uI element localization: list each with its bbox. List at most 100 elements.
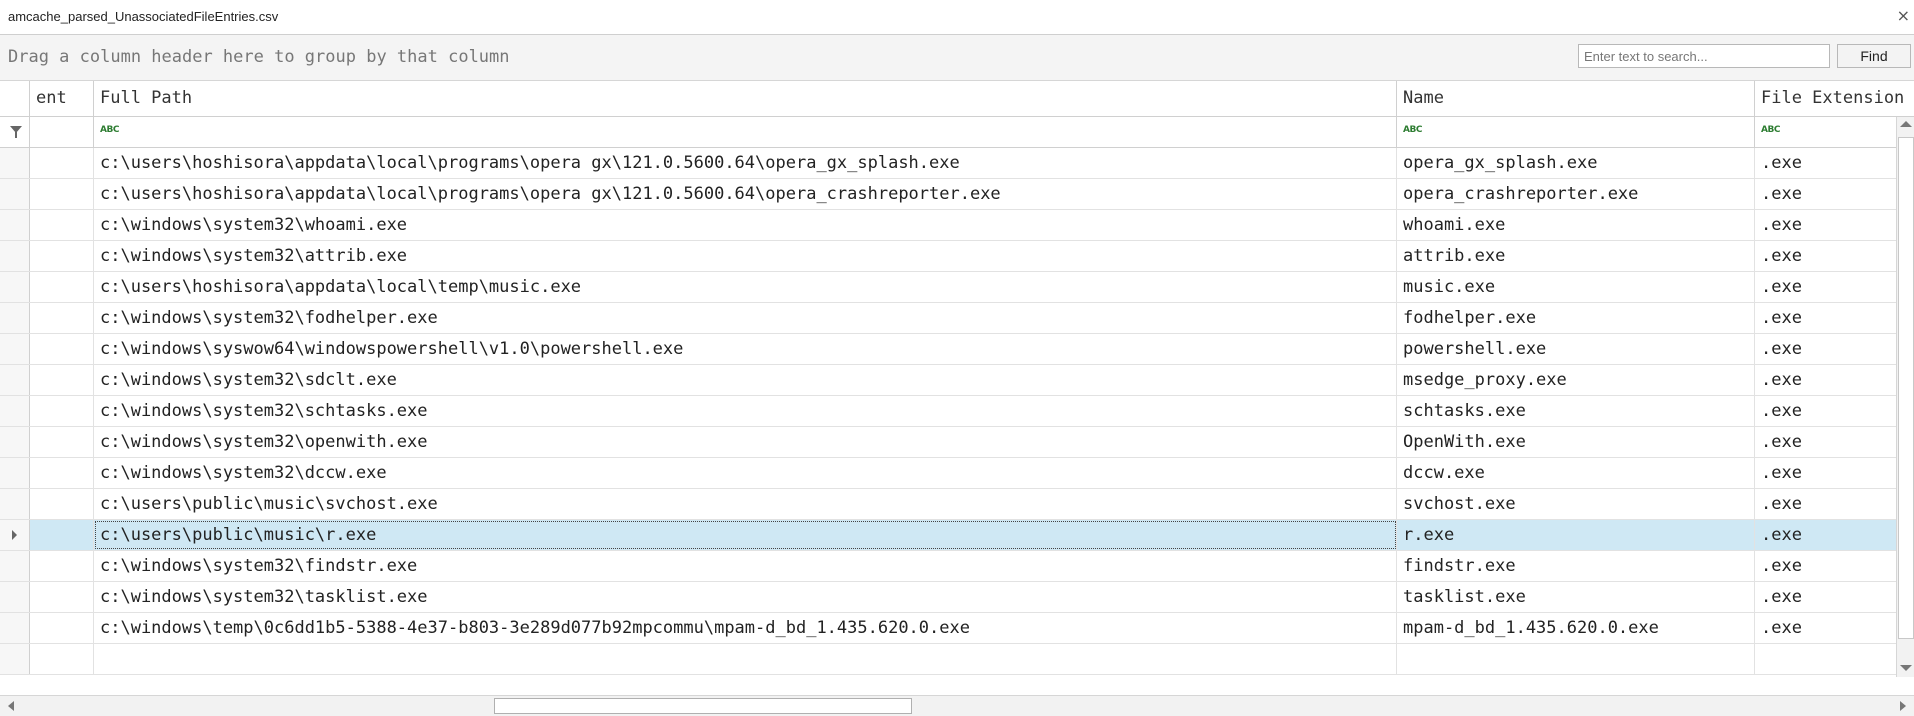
cell-full-path[interactable]: c:\users\public\music\svchost.exe [94, 489, 1397, 519]
scroll-right-icon[interactable] [1900, 701, 1906, 711]
cell-file-extension[interactable]: .exe [1755, 303, 1896, 333]
row-indicator[interactable] [0, 644, 30, 674]
row-indicator[interactable] [0, 458, 30, 488]
scroll-up-icon[interactable] [1900, 121, 1912, 127]
cell-ent[interactable] [30, 427, 94, 457]
table-row[interactable]: c:\windows\system32\attrib.exe attrib.exe… [0, 241, 1896, 272]
cell-name[interactable]: findstr.exe [1397, 551, 1755, 581]
cell-ent[interactable] [30, 272, 94, 302]
row-indicator[interactable] [0, 179, 30, 209]
vertical-scrollbar[interactable] [1896, 117, 1914, 677]
cell-ent[interactable] [30, 365, 94, 395]
cell-full-path[interactable]: c:\windows\syswow64\windowspowershell\v1… [94, 334, 1397, 364]
cell-full-path[interactable]: c:\users\hoshisora\appdata\local\temp\mu… [94, 272, 1397, 302]
filter-cell-file-extension[interactable]: ABC [1755, 117, 1896, 147]
cell-full-path[interactable]: c:\users\hoshisora\appdata\local\program… [94, 179, 1397, 209]
cell-file-extension[interactable] [1755, 644, 1896, 674]
filter-indicator[interactable] [0, 117, 30, 147]
row-indicator[interactable] [0, 148, 30, 178]
row-indicator[interactable] [0, 582, 30, 612]
row-indicator[interactable] [0, 272, 30, 302]
find-button[interactable]: Find [1837, 44, 1911, 68]
filter-cell-full-path[interactable]: ABC [94, 117, 1397, 147]
cell-file-extension[interactable]: .exe [1755, 272, 1896, 302]
cell-name[interactable]: whoami.exe [1397, 210, 1755, 240]
table-row[interactable]: c:\users\public\music\r.exe r.exe .exe [0, 520, 1896, 551]
cell-full-path[interactable]: c:\windows\system32\openwith.exe [94, 427, 1397, 457]
cell-file-extension[interactable]: .exe [1755, 582, 1896, 612]
cell-ent[interactable] [30, 613, 94, 643]
table-row[interactable]: c:\windows\system32\dccw.exe dccw.exe .exe [0, 458, 1896, 489]
cell-ent[interactable] [30, 644, 94, 674]
column-header-file-extension[interactable]: File Extension [1755, 81, 1914, 116]
cell-full-path[interactable]: c:\users\public\music\r.exe [94, 520, 1397, 550]
horizontal-scroll-thumb[interactable] [494, 698, 912, 714]
table-row[interactable]: c:\windows\system32\whoami.exe whoami.exe… [0, 210, 1896, 241]
table-row[interactable]: c:\windows\system32\fodhelper.exe fodhelp… [0, 303, 1896, 334]
cell-name[interactable]: powershell.exe [1397, 334, 1755, 364]
cell-ent[interactable] [30, 520, 94, 550]
cell-name[interactable]: dccw.exe [1397, 458, 1755, 488]
cell-file-extension[interactable]: .exe [1755, 551, 1896, 581]
cell-ent[interactable] [30, 458, 94, 488]
cell-file-extension[interactable]: .exe [1755, 365, 1896, 395]
group-by-panel[interactable]: Drag a column header here to group by th… [0, 35, 1914, 81]
table-row[interactable] [0, 644, 1896, 675]
cell-file-extension[interactable]: .exe [1755, 520, 1896, 550]
cell-name[interactable]: mpam-d_bd_1.435.620.0.exe [1397, 613, 1755, 643]
table-row[interactable]: c:\windows\system32\schtasks.exe schtasks… [0, 396, 1896, 427]
table-row[interactable]: c:\users\hoshisora\appdata\local\temp\mu… [0, 272, 1896, 303]
filter-cell-ent[interactable] [30, 117, 94, 147]
cell-name[interactable]: music.exe [1397, 272, 1755, 302]
cell-file-extension[interactable]: .exe [1755, 613, 1896, 643]
cell-full-path[interactable]: c:\windows\system32\attrib.exe [94, 241, 1397, 271]
cell-name[interactable]: r.exe [1397, 520, 1755, 550]
cell-name[interactable] [1397, 644, 1755, 674]
cell-name[interactable]: opera_gx_splash.exe [1397, 148, 1755, 178]
row-indicator[interactable] [0, 396, 30, 426]
cell-ent[interactable] [30, 396, 94, 426]
cell-ent[interactable] [30, 489, 94, 519]
scroll-down-icon[interactable] [1900, 665, 1912, 671]
row-indicator[interactable] [0, 365, 30, 395]
cell-name[interactable]: svchost.exe [1397, 489, 1755, 519]
table-row[interactable]: c:\windows\system32\openwith.exe OpenWith… [0, 427, 1896, 458]
cell-ent[interactable] [30, 582, 94, 612]
cell-file-extension[interactable]: .exe [1755, 210, 1896, 240]
scroll-left-icon[interactable] [8, 701, 14, 711]
cell-full-path[interactable]: c:\windows\temp\0c6dd1b5-5388-4e37-b803-… [94, 613, 1397, 643]
horizontal-scrollbar[interactable] [0, 695, 1914, 716]
row-indicator[interactable] [0, 427, 30, 457]
table-row[interactable]: c:\users\hoshisora\appdata\local\program… [0, 179, 1896, 210]
row-indicator[interactable] [0, 210, 30, 240]
row-indicator[interactable] [0, 520, 30, 550]
close-icon[interactable]: × [1897, 6, 1910, 25]
row-indicator[interactable] [0, 334, 30, 364]
cell-file-extension[interactable]: .exe [1755, 489, 1896, 519]
cell-full-path[interactable]: c:\windows\system32\whoami.exe [94, 210, 1397, 240]
cell-file-extension[interactable]: .exe [1755, 427, 1896, 457]
cell-name[interactable]: attrib.exe [1397, 241, 1755, 271]
cell-ent[interactable] [30, 334, 94, 364]
cell-name[interactable]: fodhelper.exe [1397, 303, 1755, 333]
cell-ent[interactable] [30, 179, 94, 209]
cell-ent[interactable] [30, 303, 94, 333]
filter-cell-name[interactable]: ABC [1397, 117, 1755, 147]
table-row[interactable]: c:\users\public\music\svchost.exe svchost… [0, 489, 1896, 520]
cell-ent[interactable] [30, 241, 94, 271]
row-indicator[interactable] [0, 241, 30, 271]
cell-file-extension[interactable]: .exe [1755, 396, 1896, 426]
cell-name[interactable]: opera_crashreporter.exe [1397, 179, 1755, 209]
table-row[interactable]: c:\windows\system32\tasklist.exe tasklist… [0, 582, 1896, 613]
cell-full-path[interactable]: c:\windows\system32\findstr.exe [94, 551, 1397, 581]
column-header-full-path[interactable]: Full Path [94, 81, 1397, 116]
row-indicator[interactable] [0, 613, 30, 643]
cell-file-extension[interactable]: .exe [1755, 334, 1896, 364]
vertical-scroll-thumb[interactable] [1898, 137, 1914, 639]
column-header-name[interactable]: Name [1397, 81, 1755, 116]
table-row[interactable]: c:\windows\temp\0c6dd1b5-5388-4e37-b803-… [0, 613, 1896, 644]
row-indicator[interactable] [0, 303, 30, 333]
cell-file-extension[interactable]: .exe [1755, 241, 1896, 271]
row-indicator[interactable] [0, 489, 30, 519]
cell-file-extension[interactable]: .exe [1755, 148, 1896, 178]
